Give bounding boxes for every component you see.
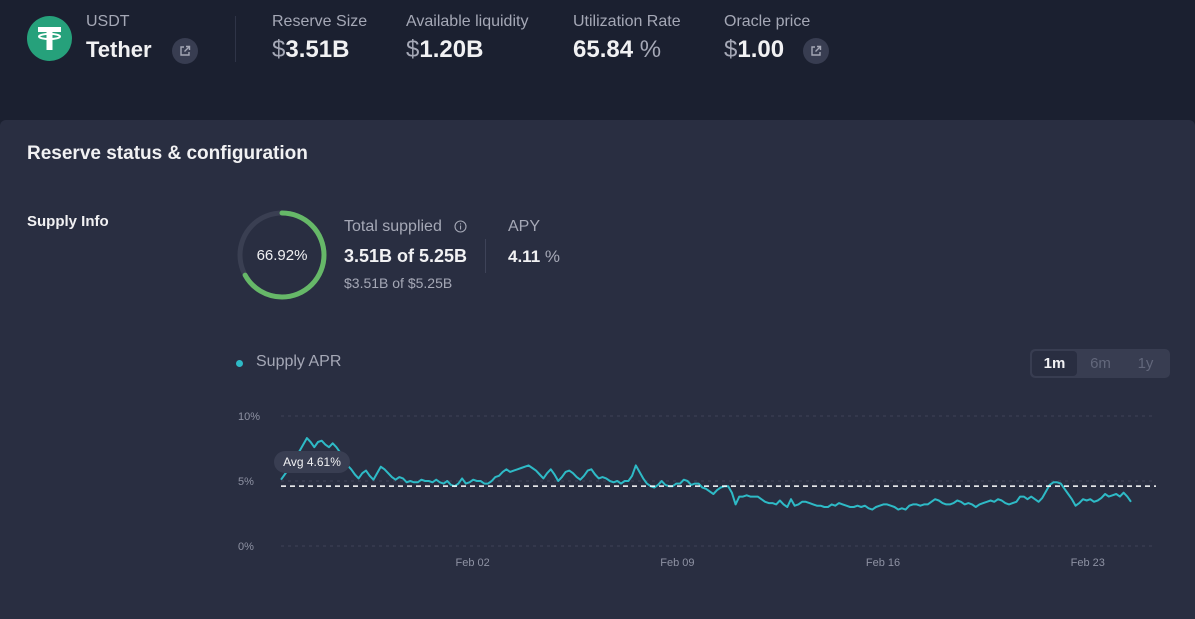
range-1y-button[interactable]: 1y [1123,351,1168,376]
asset-symbol: USDT [86,13,130,30]
apy-value: 4.11 % [508,247,561,266]
apy-label: APY [508,218,541,235]
available-liquidity-value: $1.20B [406,36,484,63]
total-supplied-value: 3.51B of 5.25B [344,246,468,266]
total-supplied-usd: $3.51B of $5.25B [344,275,453,291]
reserve-size-value: $3.51B [272,36,350,63]
y-tick-label: 10% [238,411,260,423]
external-link-icon [180,45,191,56]
legend-label: Supply APR [256,353,342,370]
info-icon[interactable] [454,220,467,233]
time-range-selector: 1m 6m 1y [1030,349,1170,378]
asset-external-link-button[interactable] [172,38,198,64]
supply-apr-chart: 10% 5% 0% Feb 02 Feb 09 Feb 16 Feb 23 Avg 4.61% [238,411,1156,569]
average-label: Avg 4.61% [283,455,341,469]
supply-info-label: Supply Info [27,213,109,230]
total-supplied-label: Total supplied [344,218,442,235]
x-tick-label: Feb 16 [866,557,900,569]
header-divider [235,16,236,62]
utilization-rate-value: 65.84 % [573,36,662,63]
y-tick-label: 0% [238,541,254,553]
y-tick-label: 5% [238,476,254,488]
x-tick-label: Feb 09 [660,557,694,569]
ring-percent: 66.92% [256,247,308,264]
range-1m-button[interactable]: 1m [1032,351,1077,376]
tether-logo-icon [27,16,72,61]
supply-divider [485,239,486,273]
range-6m-button[interactable]: 6m [1078,351,1123,376]
x-tick-label: Feb 02 [456,557,490,569]
oracle-external-link-button[interactable] [803,38,829,64]
legend-dot [236,360,243,367]
reserve-header: USDT Tether Reserve Size $3.51B Availabl… [0,0,1195,120]
available-liquidity-label: Available liquidity [406,13,529,30]
asset-name: Tether [86,37,152,62]
oracle-price-label: Oracle price [724,13,811,30]
external-link-icon [811,45,822,56]
utilization-rate-label: Utilization Rate [573,13,681,30]
series-line-supply-apr [280,437,1132,511]
reserve-size-label: Reserve Size [272,13,368,30]
panel-title: Reserve status & configuration [27,143,308,164]
x-tick-label: Feb 23 [1071,557,1105,569]
oracle-price-value: $1.00 [724,36,785,63]
